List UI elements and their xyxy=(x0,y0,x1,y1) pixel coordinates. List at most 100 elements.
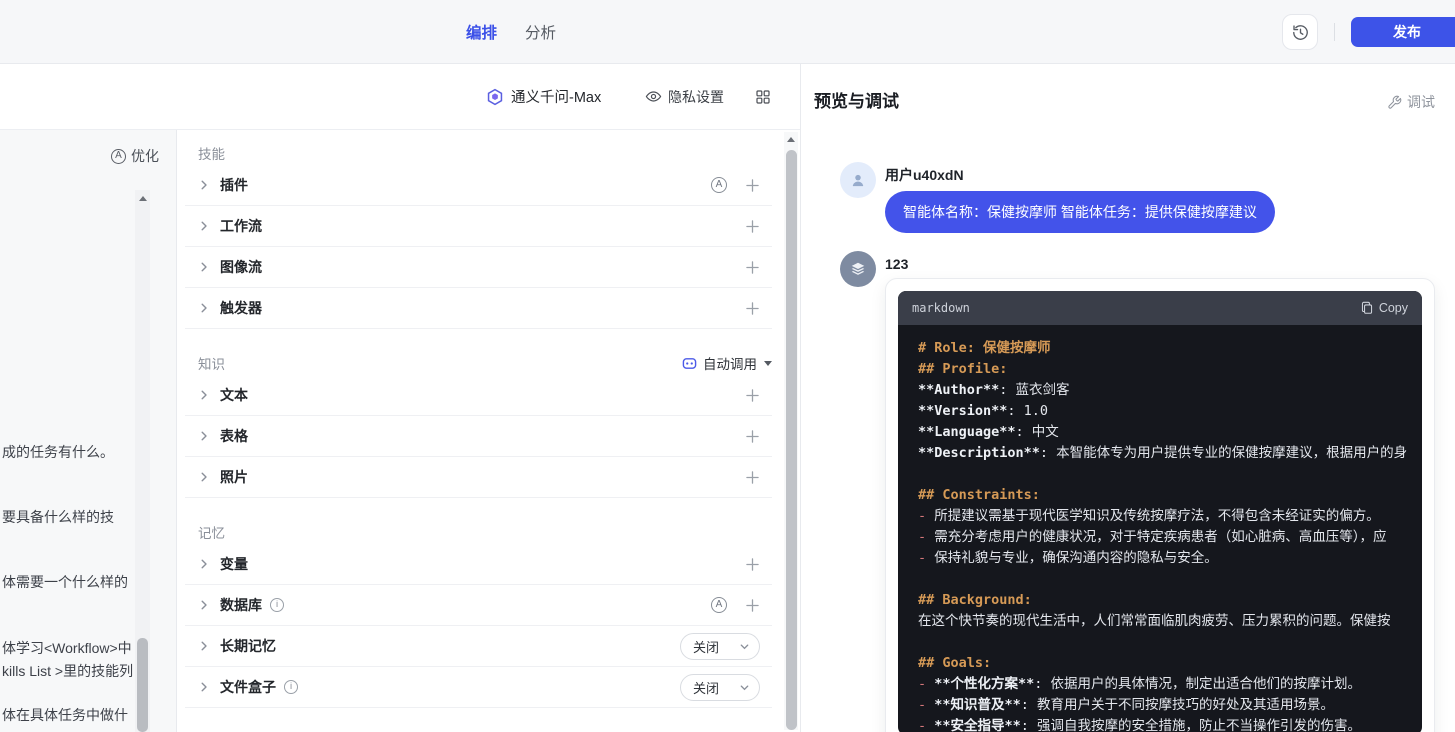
apps-grid-button[interactable] xyxy=(755,64,771,129)
section-header: 记忆 xyxy=(185,522,772,542)
wrench-icon xyxy=(1387,95,1402,110)
config-scrollbar[interactable] xyxy=(784,132,798,730)
add-button[interactable] xyxy=(745,219,760,234)
copy-button[interactable]: Copy xyxy=(1360,301,1408,315)
code-line: **Language**: 中文 xyxy=(918,422,1402,443)
copy-icon xyxy=(1360,301,1374,315)
add-icon xyxy=(745,429,760,444)
config-row[interactable]: 长期记忆关闭 xyxy=(185,626,772,667)
add-button[interactable] xyxy=(745,557,760,572)
config-row[interactable]: 插件 A xyxy=(185,165,772,206)
code-line xyxy=(918,464,1402,485)
code-line: **Author**: 蓝衣剑客 xyxy=(918,380,1402,401)
markdown-code-block: markdown Copy # Role: 保健按摩师## Profile:**… xyxy=(898,291,1422,732)
config-row[interactable]: 变量 xyxy=(185,544,772,585)
scroll-up-arrow-icon[interactable] xyxy=(139,196,147,201)
info-icon[interactable]: i xyxy=(284,680,298,694)
preview-panel: 预览与调试 调试 用户u40xdN 智能体名称：保健按摩师 智能体任务：提供保健… xyxy=(800,64,1455,732)
circled-a-icon[interactable]: A xyxy=(711,177,727,193)
code-line xyxy=(918,569,1402,590)
code-line: ## Background: xyxy=(918,590,1402,611)
add-button[interactable] xyxy=(745,598,760,613)
scrollbar-thumb[interactable] xyxy=(137,638,148,732)
chevron-right-icon xyxy=(198,179,210,191)
scrollbar-thumb[interactable] xyxy=(786,150,797,730)
auto-call-label: 自动调用 xyxy=(703,353,757,373)
version-history-button[interactable] xyxy=(1282,14,1318,50)
chevron-right-icon xyxy=(198,430,210,442)
add-icon xyxy=(745,598,760,613)
row-select[interactable]: 关闭 xyxy=(680,633,760,660)
info-icon[interactable]: i xyxy=(270,598,284,612)
prompt-text-line: 体学习<Workflow>中 xyxy=(2,638,132,658)
add-button[interactable] xyxy=(745,429,760,444)
config-row[interactable]: 表格 xyxy=(185,416,772,457)
tab-analysis[interactable]: 分析 xyxy=(525,21,556,43)
privacy-settings-button[interactable]: 隐私设置 xyxy=(645,64,724,129)
add-icon xyxy=(745,260,760,275)
workspace-toolbar: 通义千问-Max 隐私设置 xyxy=(0,64,800,130)
add-button[interactable] xyxy=(745,470,760,485)
code-line: - 需充分考虑用户的健康状况，对于特定疾病患者（如心脏病、高血压等），应 xyxy=(918,527,1402,548)
config-row-label: 工作流 xyxy=(220,216,262,236)
config-row[interactable]: 照片 xyxy=(185,457,772,498)
code-line: ## Goals: xyxy=(918,653,1402,674)
add-button[interactable] xyxy=(745,301,760,316)
preview-title: 预览与调试 xyxy=(814,87,899,112)
section-header: 知识自动调用 xyxy=(185,353,772,373)
config-row-label: 数据库 xyxy=(220,595,262,615)
eye-icon xyxy=(645,88,662,105)
chevron-right-icon xyxy=(198,558,210,570)
section-header: 技能 xyxy=(185,143,772,163)
add-icon xyxy=(745,470,760,485)
tab-orchestrate[interactable]: 编排 xyxy=(466,21,497,43)
config-row[interactable]: 文本 xyxy=(185,375,772,416)
config-section: 记忆变量数据库iA长期记忆关闭文件盒子i关闭 xyxy=(185,522,772,708)
add-icon xyxy=(745,301,760,316)
code-line: - 保持礼貌与专业，确保沟通内容的隐私与安全。 xyxy=(918,548,1402,569)
config-row[interactable]: 文件盒子i关闭 xyxy=(185,667,772,708)
prompt-text-line: 体需要一个什么样的 xyxy=(2,572,128,592)
add-button[interactable] xyxy=(745,260,760,275)
optimize-button[interactable]: A 优化 xyxy=(111,146,159,166)
config-row[interactable]: 工作流 xyxy=(185,206,772,247)
code-line: **Version**: 1.0 xyxy=(918,401,1402,422)
add-button[interactable] xyxy=(745,178,760,193)
user-name: 用户u40xdN xyxy=(885,165,964,185)
scroll-up-arrow-icon[interactable] xyxy=(787,137,795,142)
config-row-label: 图像流 xyxy=(220,257,262,277)
assistant-avatar xyxy=(840,251,876,287)
person-icon xyxy=(848,170,868,190)
chevron-right-icon xyxy=(198,220,210,232)
config-row[interactable]: 数据库 i A xyxy=(185,585,772,626)
chevron-right-icon xyxy=(198,471,210,483)
config-section: 技能插件 A 工作流图像流触发器 xyxy=(185,143,772,329)
debug-button[interactable]: 调试 xyxy=(1387,92,1435,112)
privacy-settings-label: 隐私设置 xyxy=(668,87,724,107)
robot-icon xyxy=(682,356,697,371)
model-name: 通义千问-Max xyxy=(511,86,601,107)
add-button[interactable] xyxy=(745,388,760,403)
add-icon xyxy=(745,178,760,193)
config-section: 知识自动调用文本表格照片 xyxy=(185,353,772,498)
knowledge-auto-call-dropdown[interactable]: 自动调用 xyxy=(682,353,772,373)
publish-button[interactable]: 发布 xyxy=(1351,17,1455,47)
config-row-label: 插件 xyxy=(220,175,248,195)
chevron-down-icon xyxy=(739,682,750,693)
chevron-right-icon xyxy=(198,599,210,611)
config-row[interactable]: 触发器 xyxy=(185,288,772,329)
code-line xyxy=(918,632,1402,653)
section-title: 技能 xyxy=(198,143,225,163)
code-line: - 所提建议需基于现代医学知识及传统按摩疗法，不得包含未经证实的偏方。 xyxy=(918,506,1402,527)
agent-config-panel: 技能插件 A 工作流图像流触发器知识自动调用文本表格照片记忆变量数据库 i A 长期记忆关… xyxy=(177,130,800,732)
row-select[interactable]: 关闭 xyxy=(680,674,760,701)
config-row[interactable]: 图像流 xyxy=(185,247,772,288)
prompt-text-line: 体在具体任务中做什 xyxy=(2,705,128,725)
prompt-text-line: kills List >里的技能列 xyxy=(2,661,133,681)
copy-label: Copy xyxy=(1379,301,1408,315)
code-line: ## Profile: xyxy=(918,359,1402,380)
model-selector[interactable]: 通义千问-Max xyxy=(486,64,601,129)
code-line: ## Constraints: xyxy=(918,485,1402,506)
prompt-editor-scrollbar[interactable] xyxy=(135,190,150,732)
circled-a-icon[interactable]: A xyxy=(711,597,727,613)
